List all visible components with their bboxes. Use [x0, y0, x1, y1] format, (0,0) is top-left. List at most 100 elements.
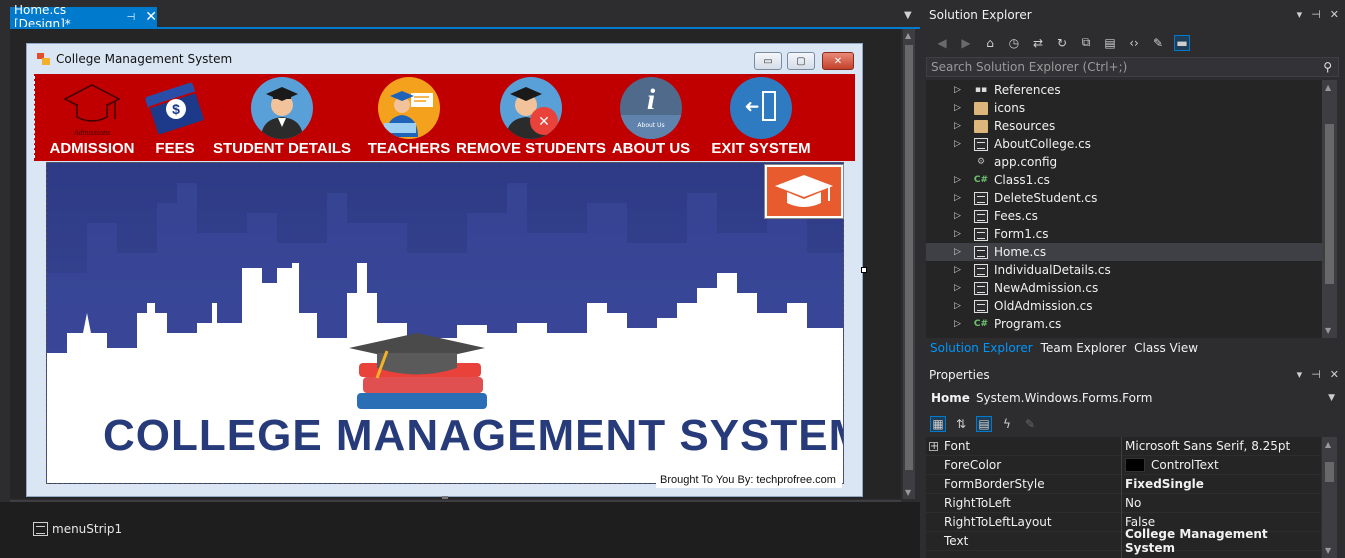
tab-home-design[interactable]: Home.cs [Design]* ⊣ ✕	[10, 3, 157, 31]
maximize-button[interactable]: ▢	[787, 52, 815, 70]
expand-arrow-icon[interactable]: ▷	[954, 139, 961, 149]
scroll-thumb[interactable]	[1325, 462, 1334, 482]
tree-item-fees[interactable]: ▷ Fees.cs	[926, 207, 1322, 225]
prop-row-righttoleft[interactable]: RightToLeft No	[926, 494, 1321, 513]
properties-wrench-icon[interactable]: ✎	[1150, 35, 1166, 51]
properties-page-icon[interactable]: ▤	[976, 416, 992, 432]
tray-item-menustrip[interactable]: menuStrip1	[33, 522, 122, 536]
tree-item-individualdetails[interactable]: ▷ IndividualDetails.cs	[926, 261, 1322, 279]
resize-handle[interactable]	[861, 267, 867, 273]
menu-teachers[interactable]: TEACHERS	[357, 74, 461, 161]
scroll-down-icon[interactable]: ▼	[1325, 546, 1331, 555]
tab-solution-explorer[interactable]: Solution Explorer	[926, 338, 1037, 358]
events-lightning-icon[interactable]: ϟ	[999, 416, 1015, 432]
expand-arrow-icon[interactable]: ▷	[954, 229, 961, 239]
menu-admission[interactable]: Admissions ADMISSION	[49, 74, 135, 161]
pin-icon[interactable]: ⊣	[1311, 368, 1321, 381]
designed-form[interactable]: College Management System ▭ ▢ ✕ Admissio…	[26, 43, 863, 497]
expand-arrow-icon[interactable]: ▷	[954, 301, 961, 311]
designer-vertical-scrollbar[interactable]: ▲ ▼	[903, 29, 915, 499]
scroll-up-icon[interactable]: ▲	[1325, 440, 1331, 449]
minimize-button[interactable]: ▭	[754, 52, 782, 70]
scroll-thumb[interactable]	[1325, 124, 1334, 284]
tree-item-home[interactable]: ▷ Home.cs	[926, 243, 1322, 261]
show-all-files-icon[interactable]: ▤	[1102, 35, 1118, 51]
tab-class-view[interactable]: Class View	[1130, 338, 1202, 358]
pin-icon[interactable]: ⊣	[127, 12, 136, 23]
categorized-icon[interactable]: ▦	[930, 416, 946, 432]
graduation-cap-icon[interactable]	[764, 164, 844, 219]
expand-arrow-icon[interactable]: ▷	[954, 319, 961, 329]
expand-arrow-icon[interactable]: ▷	[954, 247, 961, 257]
solution-tree[interactable]: ▷ ▪▪ References ▷ icons ▷ Resources ▷ Ab…	[926, 80, 1322, 338]
expand-arrow-icon[interactable]: ▷	[954, 211, 961, 221]
tab-team-explorer[interactable]: Team Explorer	[1037, 338, 1131, 358]
expand-arrow-icon[interactable]: ▷	[954, 193, 961, 203]
close-button[interactable]: ✕	[822, 52, 854, 70]
tree-item-deletestudent[interactable]: ▷ DeleteStudent.cs	[926, 189, 1322, 207]
menu-exit-system[interactable]: ➜ EXIT SYSTEM	[711, 74, 811, 161]
tree-item-resources[interactable]: ▷ Resources	[926, 117, 1322, 135]
property-pages-icon[interactable]: ✎	[1022, 416, 1038, 432]
tree-item-program[interactable]: ▷ C# Program.cs	[926, 315, 1322, 333]
menu-student-details[interactable]: STUDENT DETAILS	[213, 74, 351, 161]
solution-tree-scrollbar[interactable]: ▲ ▼	[1322, 80, 1337, 338]
alphabetical-icon[interactable]: ⇅	[953, 416, 969, 432]
hero-picture-box[interactable]: COLLEGE MANAGEMENT SYSTEM	[46, 162, 844, 484]
tree-item-aboutcollege[interactable]: ▷ AboutCollege.cs	[926, 135, 1322, 153]
solution-search-input[interactable]: Search Solution Explorer (Ctrl+;) ⚲	[926, 57, 1339, 77]
search-icon[interactable]: ⚲	[1323, 60, 1332, 74]
properties-grid[interactable]: + Font Microsoft Sans Serif, 8.25pt Fore…	[926, 437, 1321, 558]
tree-item-newadmission[interactable]: ▷ NewAdmission.cs	[926, 279, 1322, 297]
menu-remove-students[interactable]: ✕ REMOVE STUDENTS	[456, 74, 606, 161]
tree-item-references[interactable]: ▷ ▪▪ References	[926, 81, 1322, 99]
dropdown-icon[interactable]: ▾	[1297, 8, 1303, 21]
sync-icon[interactable]: ⇄	[1030, 35, 1046, 51]
tree-item-oldadmission[interactable]: ▷ OldAdmission.cs	[926, 297, 1322, 315]
scroll-up-icon[interactable]: ▲	[905, 31, 911, 40]
tree-item-form1[interactable]: ▷ Form1.cs	[926, 225, 1322, 243]
prop-row-text[interactable]: Text College Management System	[926, 527, 1321, 555]
scroll-down-icon[interactable]: ▼	[905, 488, 911, 497]
form-file-icon	[974, 209, 988, 223]
close-icon[interactable]: ✕	[1330, 368, 1339, 381]
scroll-thumb[interactable]	[905, 45, 913, 470]
pin-icon[interactable]: ⊣	[1311, 8, 1321, 21]
menu-about-us[interactable]: i About Us ABOUT US	[609, 74, 693, 161]
prop-row-forecolor[interactable]: ForeColor ControlText	[926, 456, 1321, 475]
close-icon[interactable]: ✕	[1330, 8, 1339, 21]
expand-arrow-icon[interactable]: ▷	[954, 175, 961, 185]
expand-arrow-icon[interactable]: ▷	[954, 121, 961, 131]
forward-icon[interactable]: ▶	[958, 35, 974, 51]
menu-fees[interactable]: $ FEES	[137, 74, 213, 161]
preview-icon[interactable]: ▬	[1174, 34, 1190, 51]
tab-dropdown-icon[interactable]: ▼	[904, 10, 912, 21]
view-code-icon[interactable]: ‹›	[1126, 35, 1142, 51]
prop-row-font[interactable]: + Font Microsoft Sans Serif, 8.25pt	[926, 437, 1321, 456]
history-icon[interactable]: ◷	[1006, 35, 1022, 51]
property-column-divider[interactable]	[1121, 437, 1122, 558]
refresh-icon[interactable]: ↻	[1054, 35, 1070, 51]
svg-text:✕: ✕	[538, 114, 550, 130]
tree-item-app-config[interactable]: ⚙ app.config	[926, 153, 1322, 171]
collapse-all-icon[interactable]: ⧉	[1078, 35, 1094, 51]
chevron-down-icon[interactable]: ▼	[1328, 393, 1335, 403]
form-title-bar[interactable]: College Management System	[27, 44, 862, 74]
scroll-down-icon[interactable]: ▼	[1325, 326, 1331, 335]
properties-scrollbar[interactable]: ▲ ▼	[1322, 437, 1337, 558]
expand-arrow-icon[interactable]: ▷	[954, 103, 961, 113]
properties-object-selector[interactable]: Home System.Windows.Forms.Form ▼	[926, 388, 1339, 408]
resize-handle-bottom[interactable]	[442, 496, 448, 499]
dropdown-icon[interactable]: ▾	[1297, 368, 1303, 381]
expand-plus-icon[interactable]: +	[929, 441, 938, 451]
expand-arrow-icon[interactable]: ▷	[954, 265, 961, 275]
tree-item-class1[interactable]: ▷ C# Class1.cs	[926, 171, 1322, 189]
back-icon[interactable]: ◀	[934, 35, 950, 51]
scroll-up-icon[interactable]: ▲	[1325, 83, 1331, 92]
prop-row-formborderstyle[interactable]: FormBorderStyle FixedSingle	[926, 475, 1321, 494]
close-tab-icon[interactable]: ✕	[145, 9, 157, 25]
tree-item-icons[interactable]: ▷ icons	[926, 99, 1322, 117]
expand-arrow-icon[interactable]: ▷	[954, 85, 961, 95]
home-icon[interactable]: ⌂	[982, 35, 998, 51]
expand-arrow-icon[interactable]: ▷	[954, 283, 961, 293]
